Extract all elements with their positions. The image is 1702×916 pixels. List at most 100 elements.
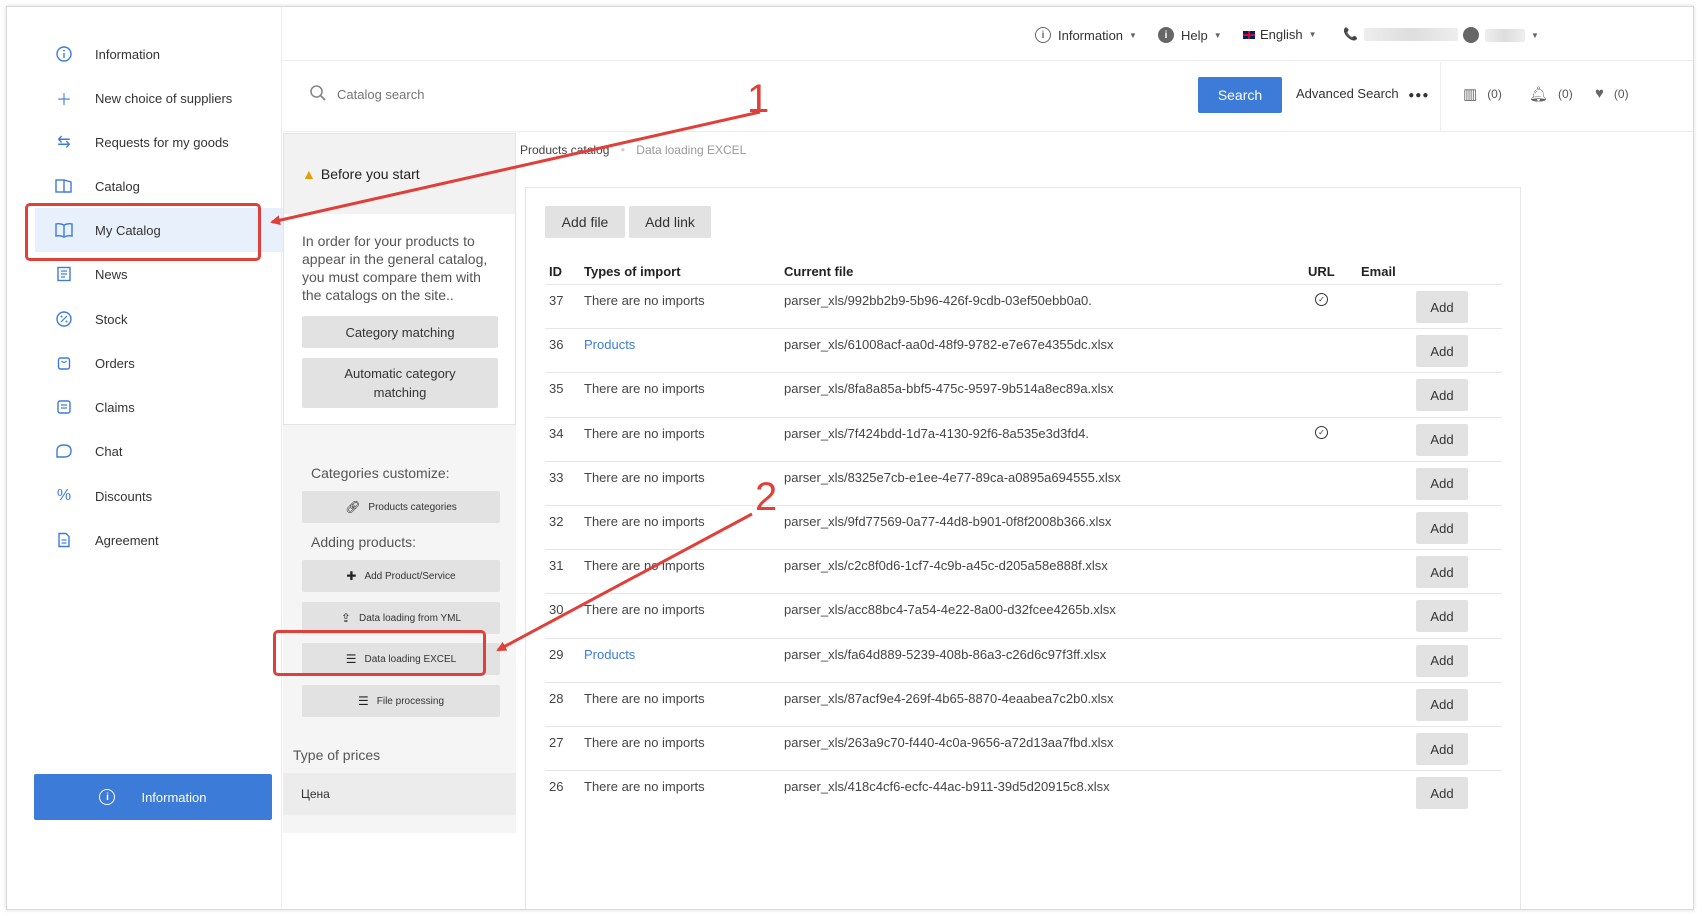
cell-current-file: parser_xls/8325e7cb-e1ee-4e77-89ca-a0895… [784, 469, 1121, 485]
add-email-button[interactable]: Add [1416, 423, 1468, 456]
url-check-icon: ✓ [1315, 425, 1328, 439]
type-of-prices-label: Type of prices [293, 747, 381, 763]
upload-icon: ⇪ [340, 611, 351, 625]
cell-id: 33 [549, 469, 564, 485]
chevron-down-icon: ▼ [1531, 30, 1539, 40]
sidebar-item-information[interactable]: Information [35, 32, 285, 76]
price-type-item[interactable]: Цена [283, 773, 516, 815]
search-icon [310, 85, 326, 101]
information-button-label: Information [141, 789, 207, 805]
notifications-counter[interactable]: 🔔︎ (0) [1529, 85, 1573, 103]
user-menu[interactable]: ▼ [1463, 27, 1539, 43]
sidebar-item-agreement[interactable]: Agreement [35, 518, 285, 562]
cell-current-file: parser_xls/9fd77569-0a77-44d8-b901-0f8f2… [784, 514, 1112, 529]
advanced-search-link[interactable]: Advanced Search ●●● [1296, 86, 1429, 101]
automatic-category-matching-button[interactable]: Automatic category matching [302, 358, 498, 408]
compare-counter[interactable]: ▥ (0) [1463, 85, 1502, 103]
sidebar-item-label: Orders [95, 355, 135, 371]
sidebar: Information ＋ New choice of suppliers ⇆ … [7, 7, 285, 909]
add-email-button[interactable]: Add [1416, 335, 1468, 368]
column-header-url: URL [1308, 264, 1335, 279]
add-product-button[interactable]: ✚ Add Product/Service [302, 560, 500, 592]
plus-icon: ✚ [346, 569, 357, 583]
user-avatar-icon [1463, 27, 1479, 43]
language-label: English [1260, 27, 1303, 42]
divider [1440, 62, 1441, 132]
before-you-start-box: ▲ Before you start In order for your pro… [283, 133, 516, 425]
table-row: 27 There are no imports parser_xls/263a9c7… [545, 726, 1502, 770]
add-file-button[interactable]: Add file [545, 206, 625, 238]
table-row: 32 There are no imports parser_xls/9fd7756… [545, 505, 1502, 549]
sidebar-item-label: Requests for my goods [95, 134, 229, 150]
search-bar: Search Advanced Search ●●● ▥ (0) 🔔︎ (0) … [283, 62, 1693, 132]
add-product-label: Add Product/Service [364, 570, 456, 582]
heart-icon: ♥ [1595, 85, 1604, 102]
plus-icon: ＋ [55, 92, 72, 109]
annotation-number-1: 1 [747, 77, 770, 121]
sidebar-item-stock[interactable]: Stock [35, 297, 285, 341]
add-email-button[interactable]: Add [1416, 467, 1468, 500]
news-icon [53, 263, 75, 285]
products-categories-button[interactable]: 🔗︎ Products categories [302, 491, 500, 523]
information-menu[interactable]: i Information ▼ [1035, 27, 1137, 43]
cell-import-type: There are no imports [584, 735, 705, 750]
help-menu[interactable]: i Help ▼ [1158, 27, 1222, 43]
sidebar-item-new-suppliers[interactable]: ＋ New choice of suppliers [35, 76, 285, 120]
phone-field: 📞 [1343, 27, 1458, 41]
annotation-number-2: 2 [755, 475, 778, 519]
add-email-button[interactable]: Add [1416, 512, 1468, 544]
column-header-id: ID [549, 264, 562, 279]
cell-id: 27 [549, 735, 564, 750]
sidebar-item-claims[interactable]: Claims [35, 385, 285, 429]
sidebar-item-discounts[interactable]: % Discounts [35, 474, 285, 518]
cell-current-file: parser_xls/acc88bc4-7a54-4e22-8a00-d32fc… [784, 602, 1116, 618]
cell-import-type: There are no imports [584, 293, 705, 308]
warning-icon: ▲ [302, 166, 316, 182]
info-icon: i [99, 789, 116, 805]
table-row: 26 There are no imports parser_xls/418c4cf… [545, 770, 1502, 814]
add-email-button[interactable]: Add [1416, 556, 1468, 589]
search-button[interactable]: Search [1198, 77, 1282, 113]
highlight-my-catalog [25, 203, 261, 261]
breadcrumb-separator: • [620, 143, 625, 157]
add-email-button[interactable]: Add [1416, 777, 1468, 810]
sidebar-item-label: Catalog [95, 178, 140, 194]
cell-import-type: There are no imports [584, 779, 705, 795]
chevron-down-icon: ▼ [1213, 30, 1222, 40]
before-you-start-title: Before you start [320, 166, 420, 182]
file-processing-button[interactable]: ☰ File processing [302, 685, 500, 717]
breadcrumb: Products catalog • Data loading EXCEL [520, 143, 746, 157]
sidebar-item-orders[interactable]: Orders [35, 341, 285, 385]
help-icon: i [1158, 27, 1174, 43]
information-button[interactable]: i Information [34, 774, 272, 820]
add-email-button[interactable]: Add [1416, 379, 1468, 412]
cell-import-type[interactable]: Products [584, 337, 635, 352]
sidebar-item-label: Discounts [95, 488, 153, 504]
cell-import-type[interactable]: Products [584, 647, 635, 662]
app-window: Information ＋ New choice of suppliers ⇆ … [6, 6, 1694, 910]
language-menu[interactable]: English ▼ [1243, 27, 1317, 42]
table-row: 33 There are no imports parser_xls/8325e7c… [545, 460, 1502, 505]
add-link-button[interactable]: Add link [629, 206, 711, 238]
cell-import-type: There are no imports [584, 469, 705, 485]
document-icon [53, 529, 75, 551]
sidebar-item-catalog[interactable]: Catalog [35, 164, 285, 208]
add-email-button[interactable]: Add [1416, 733, 1468, 765]
favorites-counter[interactable]: ♥ (0) [1595, 85, 1629, 102]
list-icon: ☰ [357, 694, 369, 708]
bell-icon: 🔔︎ [1529, 86, 1549, 103]
url-check-icon: ✓ [1315, 293, 1328, 306]
requests-icon: ⇆ [57, 134, 71, 151]
sidebar-item-chat[interactable]: Chat [35, 429, 285, 473]
add-email-button[interactable]: Add [1416, 688, 1468, 721]
cell-current-file: parser_xls/418c4cf6-ecfc-44ac-b911-39d5d… [784, 779, 1110, 795]
imports-card: Add file Add link ID Types of import Cur… [525, 187, 1521, 909]
add-email-button[interactable]: Add [1416, 644, 1468, 677]
catalog-tools-panel: ▲ Before you start In order for your pro… [283, 133, 516, 833]
cell-id: 29 [549, 646, 564, 662]
add-email-button[interactable]: Add [1416, 600, 1468, 633]
breadcrumb-products-catalog[interactable]: Products catalog [520, 143, 609, 157]
sidebar-item-requests[interactable]: ⇆ Requests for my goods [35, 120, 285, 164]
category-matching-button[interactable]: Category matching [302, 316, 498, 348]
add-email-button[interactable]: Add [1416, 291, 1468, 323]
